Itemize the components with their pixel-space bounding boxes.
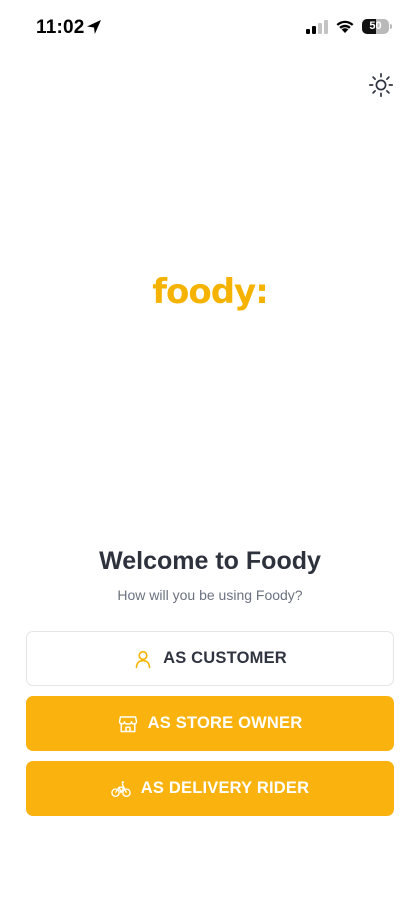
welcome-subtitle: How will you be using Foody? bbox=[117, 587, 303, 603]
foody-logo: foody: bbox=[0, 272, 420, 312]
cellular-signal-icon bbox=[306, 20, 328, 34]
battery-icon: 50 bbox=[362, 19, 389, 34]
as-delivery-rider-label: AS DELIVERY RIDER bbox=[140, 779, 310, 797]
logo-text: foody: bbox=[152, 272, 269, 312]
as-store-owner-label: AS STORE OWNER bbox=[147, 714, 303, 732]
as-customer-button[interactable]: AS CUSTOMER bbox=[26, 631, 394, 686]
sun-icon[interactable] bbox=[368, 72, 394, 98]
status-time: 11:02 bbox=[36, 17, 85, 38]
welcome-title: Welcome to Foody bbox=[99, 547, 321, 575]
status-bar: 11:02 50 bbox=[0, 0, 420, 56]
battery-level: 50 bbox=[369, 20, 382, 32]
as-store-owner-button[interactable]: AS STORE OWNER bbox=[26, 696, 394, 751]
battery-cap bbox=[390, 24, 392, 29]
bicycle-icon bbox=[111, 780, 131, 797]
as-delivery-rider-button[interactable]: AS DELIVERY RIDER bbox=[26, 761, 394, 816]
storefront-icon bbox=[118, 715, 137, 732]
wifi-icon bbox=[336, 20, 354, 33]
as-customer-label: AS CUSTOMER bbox=[163, 649, 287, 667]
user-icon bbox=[135, 650, 151, 668]
location-arrow-icon bbox=[87, 20, 101, 34]
